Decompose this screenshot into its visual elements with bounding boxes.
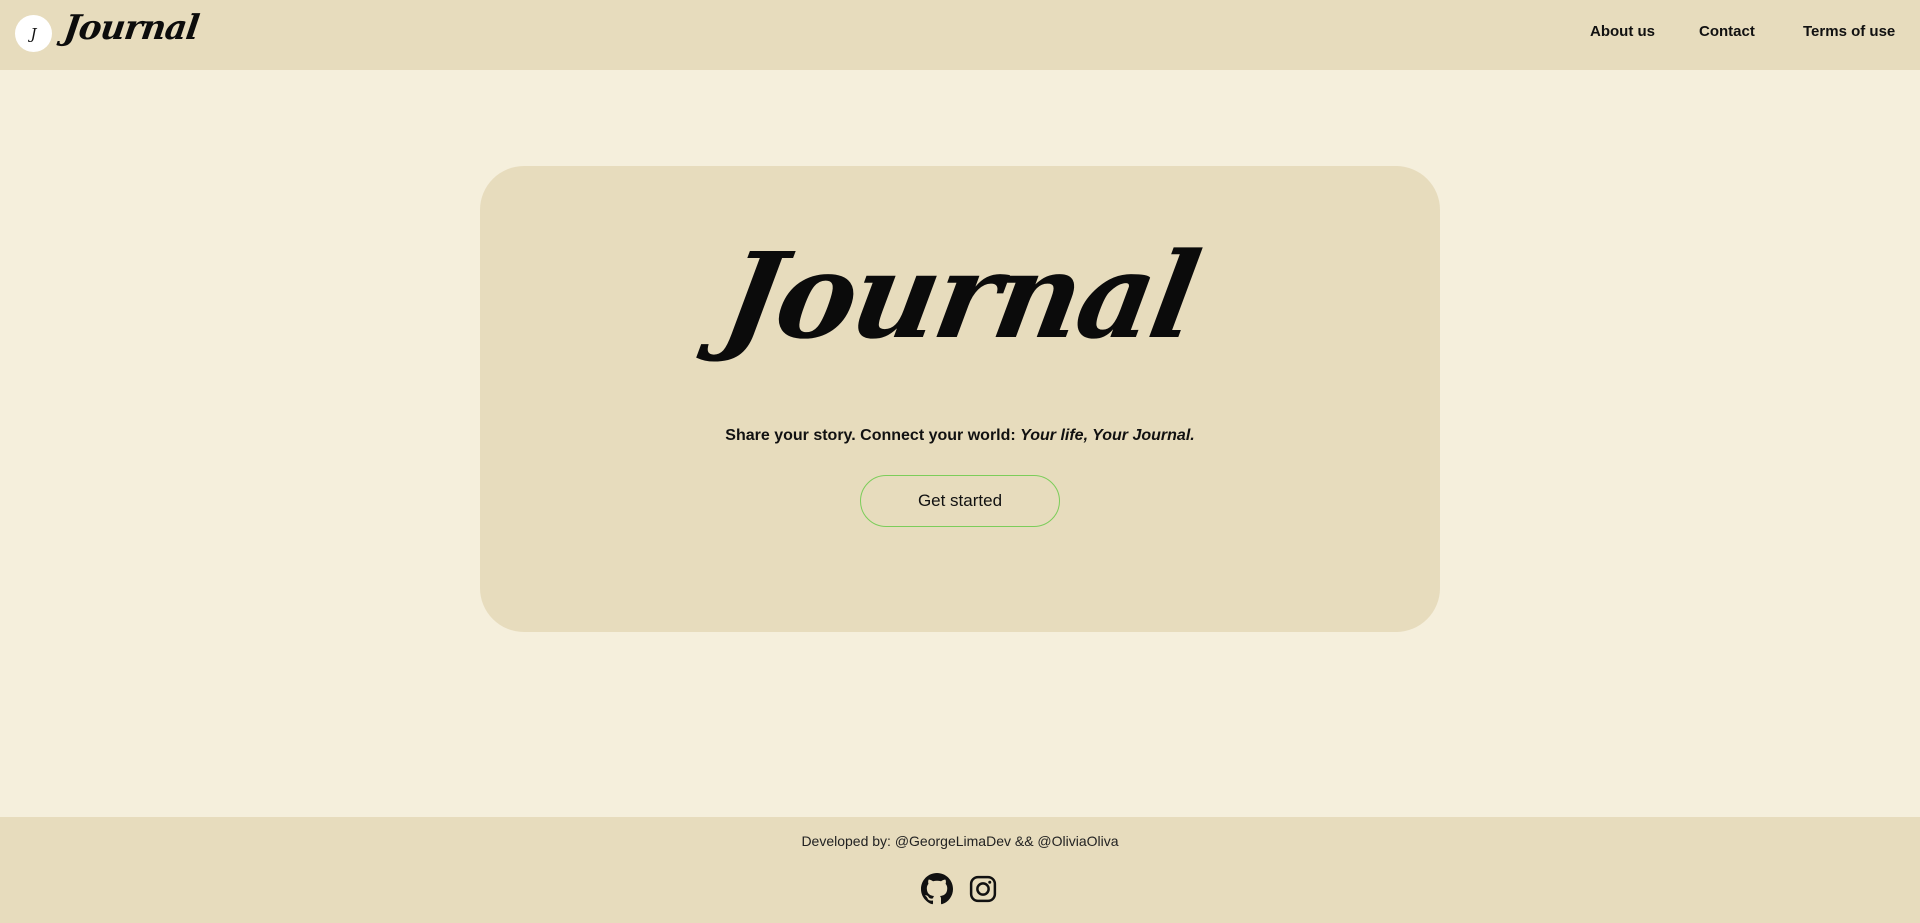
developer-credits: Developed by: @GeorgeLimaDev && @OliviaO… [801,833,1119,849]
top-navbar: J Journal About us Contact Terms of use [0,0,1920,70]
nav-about-us-link[interactable]: About us [1590,0,1655,62]
footer: Developed by: @GeorgeLimaDev && @OliviaO… [0,817,1920,923]
github-icon[interactable] [921,873,953,905]
nav-contact-link[interactable]: Contact [1699,0,1755,62]
hero-tagline: Share your story. Connect your world: Yo… [480,427,1440,445]
tagline-emphasis: Your life, Your Journal. [1020,427,1195,444]
tagline-text: Share your story. Connect your world: [725,427,1021,444]
nav-terms-of-use-link[interactable]: Terms of use [1803,0,1895,62]
logo-letter: J [30,24,37,43]
hero-title: Journal [713,226,1207,365]
get-started-button[interactable]: Get started [860,475,1060,527]
logo-badge[interactable]: J [15,15,52,52]
instagram-icon[interactable] [967,873,999,905]
brand-logo-text[interactable]: Journal [61,8,201,48]
hero-card: Journal Share your story. Connect your w… [480,166,1440,632]
